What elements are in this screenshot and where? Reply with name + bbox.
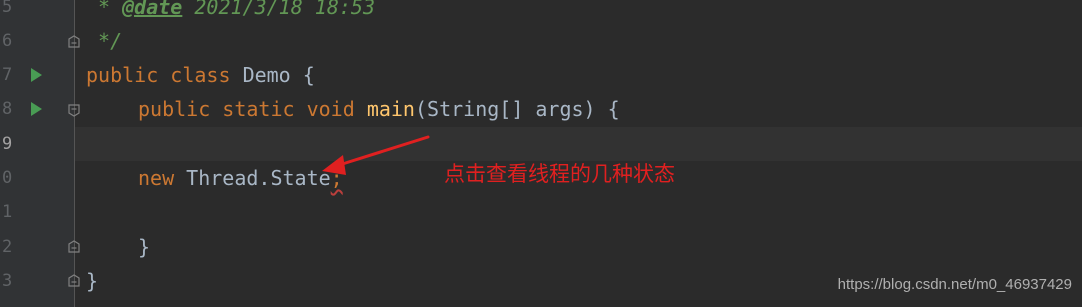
annotation-label: 点击查看线程的几种状态 <box>444 162 675 186</box>
watermark: https://blog.csdn.net/m0_46937429 <box>837 276 1072 293</box>
annotation-arrow <box>322 135 430 175</box>
